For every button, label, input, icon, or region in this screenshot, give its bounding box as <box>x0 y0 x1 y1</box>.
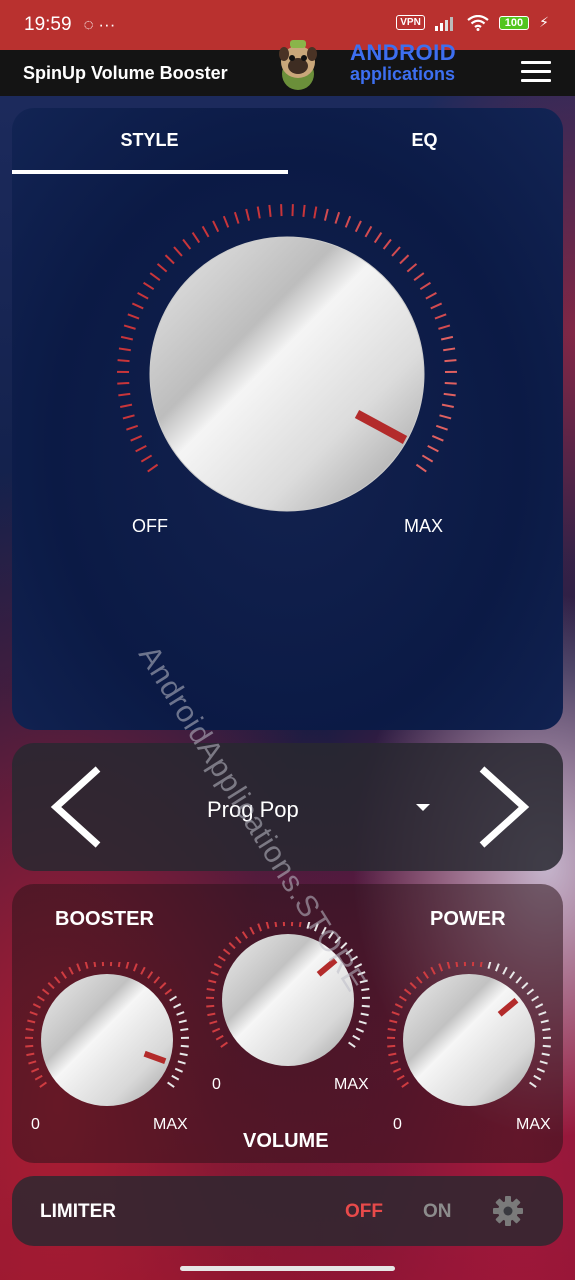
status-right-icons: VPN 100 ⚡ <box>396 14 549 31</box>
volume-title: VOLUME <box>243 1130 329 1152</box>
tab-style[interactable]: STYLE <box>12 130 287 151</box>
power-title: POWER <box>430 908 506 930</box>
chevron-right-icon[interactable] <box>470 765 530 849</box>
booster-min-label: 0 <box>31 1116 40 1133</box>
battery-indicator: 100 <box>498 15 530 30</box>
booster-max-label: MAX <box>153 1116 188 1133</box>
charging-icon: ⚡ <box>539 14 549 30</box>
power-knob[interactable] <box>384 962 554 1122</box>
signal-icon <box>434 16 453 31</box>
notification-icons: ◌ ··· <box>83 15 116 34</box>
power-max-label: MAX <box>516 1116 551 1133</box>
active-tab-indicator <box>12 170 288 174</box>
gear-icon[interactable] <box>492 1195 524 1227</box>
home-indicator[interactable] <box>180 1266 395 1271</box>
volume-max-label: MAX <box>334 1076 369 1093</box>
knobs-panel: BOOSTER POWER VOLUME 0 MAX 0 MAX 0 MAX <box>12 884 563 1163</box>
volume-min-label: 0 <box>212 1076 221 1093</box>
hamburger-menu-icon[interactable] <box>521 61 551 83</box>
limiter-bar: LIMITER OFF ON <box>12 1176 563 1246</box>
limiter-on-toggle[interactable]: ON <box>423 1201 452 1223</box>
chevron-left-icon[interactable] <box>50 765 110 849</box>
wifi-icon <box>467 14 489 31</box>
logo-text-applications: applications <box>350 64 456 84</box>
limiter-title: LIMITER <box>40 1201 116 1222</box>
booster-title: BOOSTER <box>55 908 154 930</box>
vpn-badge: VPN <box>396 15 425 30</box>
pug-logo-icon <box>279 40 317 90</box>
limiter-off-toggle[interactable]: OFF <box>345 1201 383 1223</box>
style-knob-max-label: MAX <box>404 516 444 536</box>
style-knob[interactable] <box>112 196 462 526</box>
logo-text-android: ANDROID <box>350 40 457 65</box>
style-panel: STYLE EQ OFF MAX <box>12 108 563 730</box>
tab-eq[interactable]: EQ <box>287 130 562 151</box>
style-knob-min-label: OFF <box>132 516 168 536</box>
booster-knob[interactable] <box>22 962 192 1122</box>
style-knob-body <box>149 236 425 512</box>
power-min-label: 0 <box>393 1116 402 1133</box>
status-time: 19:59 <box>24 14 72 35</box>
app-title: SpinUp Volume Booster <box>23 63 228 83</box>
dropdown-caret-icon[interactable] <box>416 804 430 811</box>
